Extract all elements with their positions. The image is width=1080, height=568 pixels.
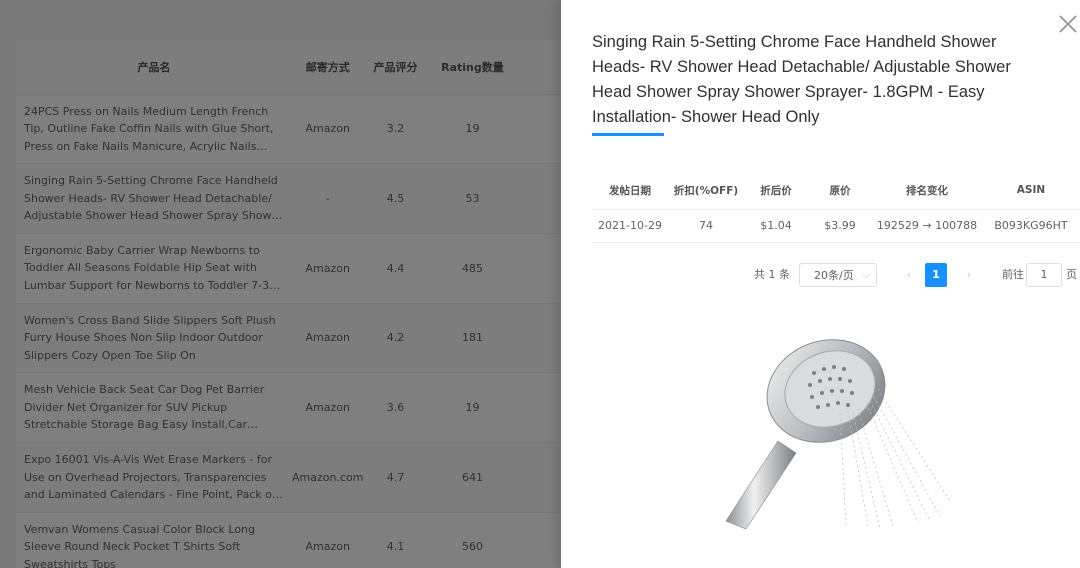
col-header-original-price: 原价 <box>829 184 851 197</box>
col-header-sale-price: 折后价 <box>760 184 792 197</box>
next-page-button[interactable]: › <box>957 263 981 287</box>
goto-label: 前往 <box>1002 268 1024 281</box>
prev-page-button[interactable]: ‹ <box>897 263 921 287</box>
chevron-down-icon: ⌵ <box>862 270 870 281</box>
shower-head-image <box>718 331 954 531</box>
table-row: 2021-10-29 74 $1.04 $3.99 192529 → 10078… <box>592 208 1080 243</box>
col-header-rank-change: 排名变化 <box>906 184 948 197</box>
cell-original-price: $3.99 <box>808 208 872 243</box>
deal-table: 发帖日期 折扣(%OFF) 折后价 原价 排名变化 ASIN 2021-10-2… <box>592 172 1080 243</box>
title-underline <box>592 133 664 136</box>
page-size-select[interactable]: 20条/页 ⌵ <box>799 263 877 287</box>
goto-page-input[interactable] <box>1026 263 1062 287</box>
page-size-value: 20条/页 <box>814 269 854 282</box>
cell-discount: 74 <box>668 208 744 243</box>
col-header-discount: 折扣(%OFF) <box>673 184 739 197</box>
drawer-title: Singing Rain 5-Setting Chrome Face Handh… <box>592 33 1011 126</box>
cell-sale-price: $1.04 <box>744 208 808 243</box>
page-number-current[interactable]: 1 <box>925 263 947 287</box>
deal-table-header: 发帖日期 折扣(%OFF) 折后价 原价 排名变化 ASIN <box>592 172 1080 209</box>
detail-drawer: Singing Rain 5-Setting Chrome Face Handh… <box>561 0 1080 568</box>
pagination: 共 1 条 20条/页 ⌵ ‹ 1 › 前往 页 <box>561 263 1080 287</box>
cell-asin: B093KG96HT <box>982 208 1080 243</box>
col-header-post-date: 发帖日期 <box>609 184 651 197</box>
cell-post-date: 2021-10-29 <box>592 208 668 243</box>
col-header-asin: ASIN <box>1016 184 1046 197</box>
pagination-total: 共 1 条 <box>754 268 790 281</box>
cell-rank-change: 192529 → 100788 <box>872 208 982 243</box>
goto-unit: 页 <box>1066 268 1077 281</box>
close-icon[interactable] <box>1056 12 1080 36</box>
